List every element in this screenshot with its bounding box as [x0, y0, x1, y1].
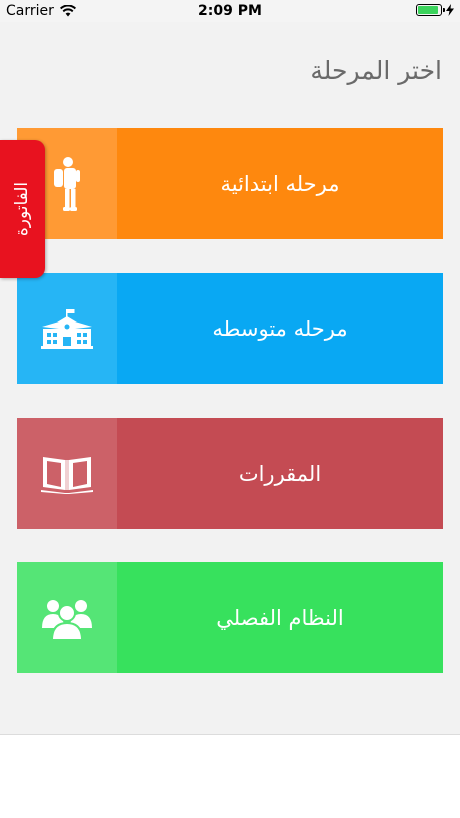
stage-card-label: مرحله ابتدائية [220, 171, 340, 196]
open-book-icon [41, 456, 93, 494]
battery-icon [416, 4, 445, 16]
stage-card-label-box: مرحله ابتدائية [117, 128, 443, 239]
stage-card-courses[interactable]: المقررات [17, 418, 443, 529]
stage-card-primary[interactable]: مرحله ابتدائية [17, 128, 443, 239]
stage-card-intermediate[interactable]: مرحله متوسطه [17, 273, 443, 384]
invoice-side-tab-label: الفاتورة [12, 181, 33, 237]
stage-card-semester-system[interactable]: النظام الفصلي [17, 562, 443, 673]
status-right [416, 4, 454, 16]
stage-card-label: النظام الفصلي [216, 605, 344, 630]
stage-card-label-box: المقررات [117, 418, 443, 529]
charging-bolt-icon [446, 4, 454, 16]
battery-fill [418, 6, 438, 14]
stage-card-icon-box [17, 273, 117, 384]
stage-card-icon-box [17, 418, 117, 529]
main-content: اختر المرحلة مرحله ابتدائية مرحله متوسطه… [0, 22, 460, 734]
stage-card-label-box: النظام الفصلي [117, 562, 443, 673]
student-backpack-icon [54, 156, 80, 211]
school-building-icon [41, 308, 93, 349]
users-group-icon [42, 599, 92, 640]
stage-card-label: مرحله متوسطه [212, 316, 348, 341]
page-title: اختر المرحلة [310, 56, 442, 85]
status-time: 2:09 PM [198, 3, 262, 19]
stage-card-label: المقررات [238, 461, 322, 486]
bottom-divider [0, 734, 460, 735]
stage-card-label-box: مرحله متوسطه [117, 273, 443, 384]
status-bar: Carrier 2:09 PM [0, 0, 460, 22]
invoice-side-tab[interactable]: الفاتورة [0, 140, 45, 278]
stage-card-icon-box [17, 562, 117, 673]
